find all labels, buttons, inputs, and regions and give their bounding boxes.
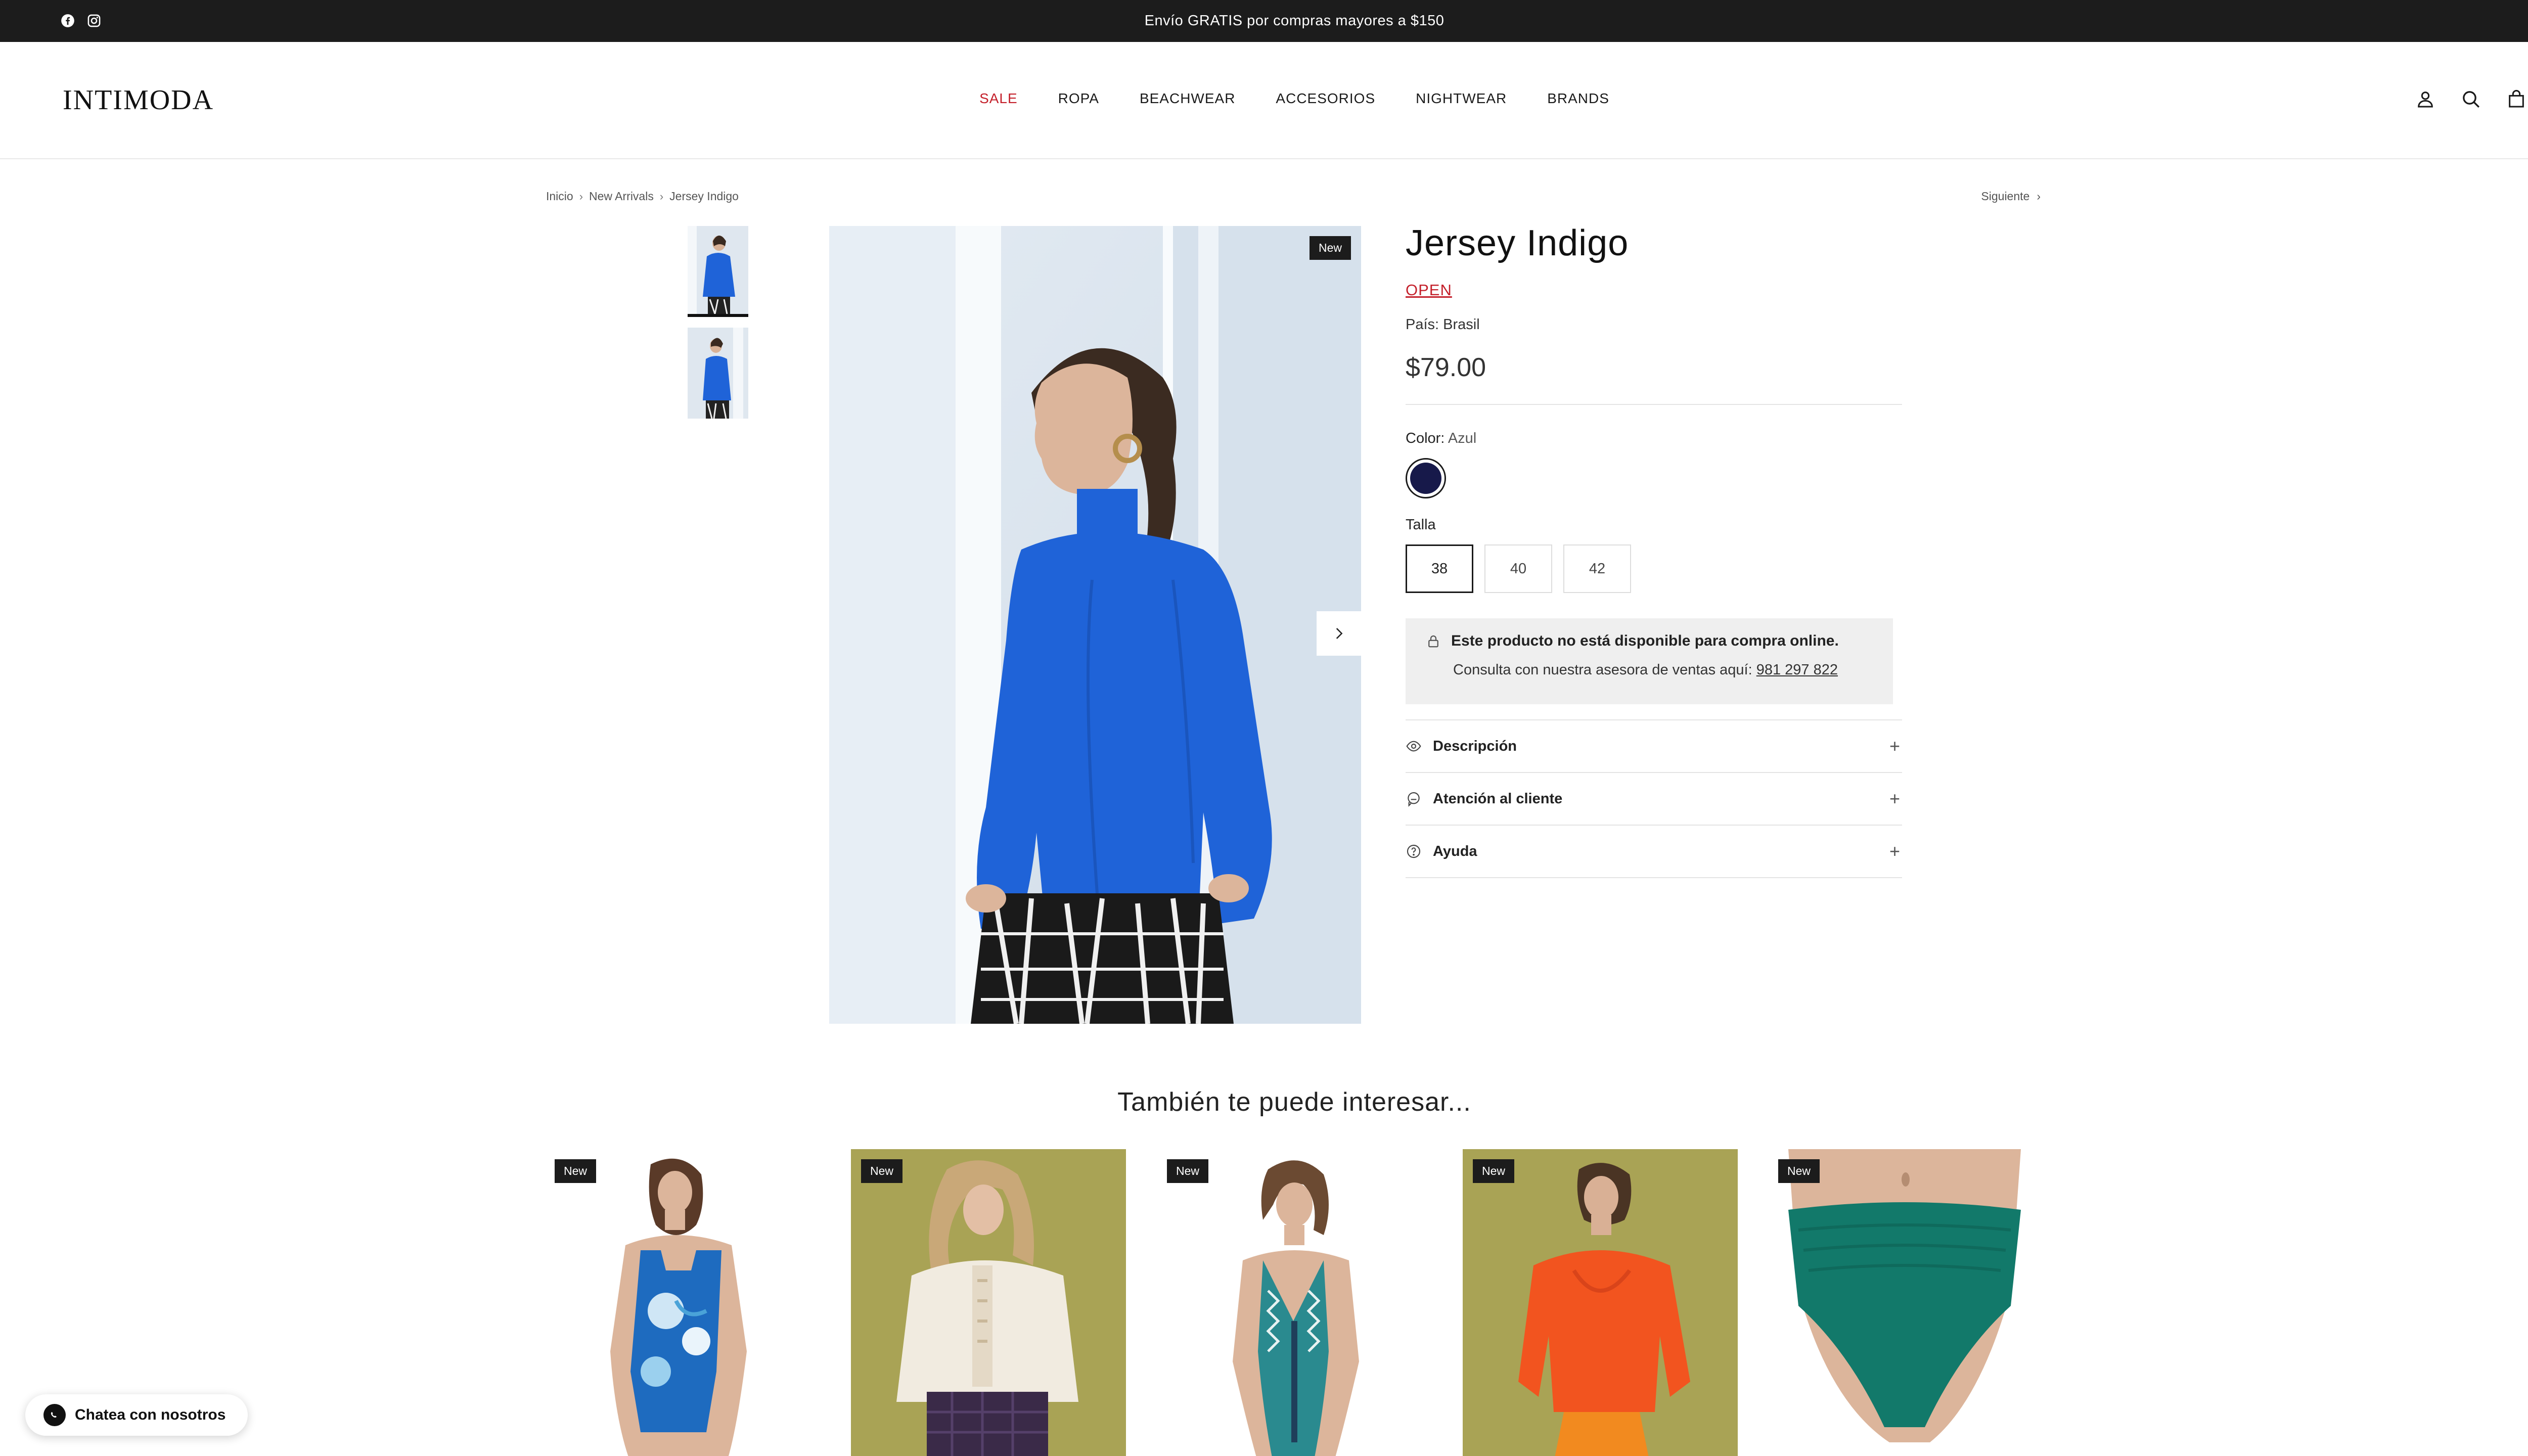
whatsapp-icon [43,1404,66,1426]
product-title: Jersey Indigo [1406,223,1629,263]
divider [1406,404,1902,405]
search-icon[interactable] [2459,87,2482,111]
accordion-label: Ayuda [1433,843,1477,859]
product-origin: País: Brasil [1406,316,1480,333]
breadcrumb: Inicio › New Arrivals › Jersey Indigo [546,190,739,203]
product-info: Jersey Indigo OPEN País: Brasil $79.00 C… [1406,222,1902,878]
plus-icon: + [1889,736,1900,756]
new-badge: New [861,1159,903,1183]
sales-phone-link[interactable]: 981 297 822 [1756,662,1838,678]
account-icon[interactable] [2414,87,2437,111]
related-product-card[interactable]: New [851,1149,1126,1456]
new-badge: New [1778,1159,1820,1183]
product-price: $79.00 [1406,353,1486,382]
related-products-title: También te puede interesar... [1117,1087,1471,1117]
announcement-bar: Envío GRATIS por compras mayores a $150 [0,0,2528,42]
size-option-40[interactable]: 40 [1484,544,1552,593]
chat-widget-button[interactable]: Chatea con nosotros [25,1394,248,1436]
size-option-42[interactable]: 42 [1563,544,1631,593]
header-icons [2414,87,2528,111]
chevron-right-icon: › [579,190,583,203]
gallery-next-button[interactable] [1317,611,1361,656]
related-product-card[interactable]: New [1768,1149,2043,1456]
chevron-right-icon: › [2037,190,2041,203]
next-product-link[interactable]: Siguiente › [1981,190,2041,203]
new-badge: New [555,1159,597,1183]
notice-title: Este producto no está disponible para co… [1451,632,1839,649]
gallery-thumbnail-2[interactable] [688,328,748,419]
notice-text-row: Consulta con nuestra asesora de ventas a… [1426,662,1873,678]
size-option-38[interactable]: 38 [1406,544,1473,593]
promo-text: Envío GRATIS por compras mayores a $150 [1144,13,1444,29]
cart-icon[interactable] [2505,87,2528,111]
next-label: Siguiente [1981,190,2030,203]
notice-title-row: Este producto no está disponible para co… [1426,632,1873,650]
chevron-right-icon [1336,628,1343,639]
accordion-descripcion[interactable]: Descripción + [1406,720,1902,773]
gallery-thumbnail-1[interactable] [688,226,748,317]
new-badge: New [1309,236,1351,260]
plus-icon: + [1889,841,1900,861]
nav-item-brands[interactable]: BRANDS [1527,90,1630,107]
breadcrumb-current: Jersey Indigo [669,190,739,203]
eye-icon [1406,741,1421,752]
color-swatch-azul[interactable] [1406,458,1446,498]
nav-item-nightwear[interactable]: NIGHTWEAR [1395,90,1527,107]
size-label: Talla [1406,517,1436,533]
notice-text: Consulta con nuestra asesora de ventas a… [1453,662,1752,678]
accordion-label: Atención al cliente [1433,790,1563,807]
chevron-right-icon: › [659,190,664,203]
color-label: Color: Azul [1406,430,1902,447]
nav-item-sale[interactable]: SALE [959,90,1038,107]
nav-item-accesorios[interactable]: ACCESORIOS [1255,90,1395,107]
new-badge: New [1167,1159,1209,1183]
nav-item-ropa[interactable]: ROPA [1038,90,1119,107]
accordion-label: Descripción [1433,738,1517,754]
color-value: Azul [1448,430,1477,446]
breadcrumb-category[interactable]: New Arrivals [589,190,654,203]
accordion-ayuda[interactable]: Ayuda + [1406,826,1902,878]
chat-bubble-icon [1408,792,1420,807]
nav-item-beachwear[interactable]: BEACHWEAR [1119,90,1255,107]
related-product-card[interactable]: New [545,1149,820,1456]
plus-icon: + [1889,788,1900,809]
lock-icon [1428,635,1438,648]
product-accordion: Descripción + Atención al cliente + Ayud… [1406,719,1902,878]
help-circle-icon [1407,844,1421,858]
product-brand-link[interactable]: OPEN [1406,281,1902,299]
color-label-text: Color: [1406,430,1445,446]
main-nav: SALE ROPA BEACHWEAR ACCESORIOS NIGHTWEAR… [0,90,2528,107]
accordion-atencion[interactable]: Atención al cliente + [1406,773,1902,826]
size-options: 38 40 42 [1406,544,1902,593]
main-product-image[interactable]: New [829,226,1361,1024]
related-product-card[interactable]: New [1463,1149,1738,1456]
breadcrumb-home[interactable]: Inicio [546,190,573,203]
new-badge: New [1473,1159,1515,1183]
swatch-fill [1410,463,1441,494]
related-product-card[interactable]: New [1157,1149,1432,1456]
chat-label: Chatea con nosotros [75,1406,226,1423]
site-header: INTIMODA SALE ROPA BEACHWEAR ACCESORIOS … [0,42,2528,159]
availability-notice: Este producto no está disponible para co… [1406,618,1893,704]
